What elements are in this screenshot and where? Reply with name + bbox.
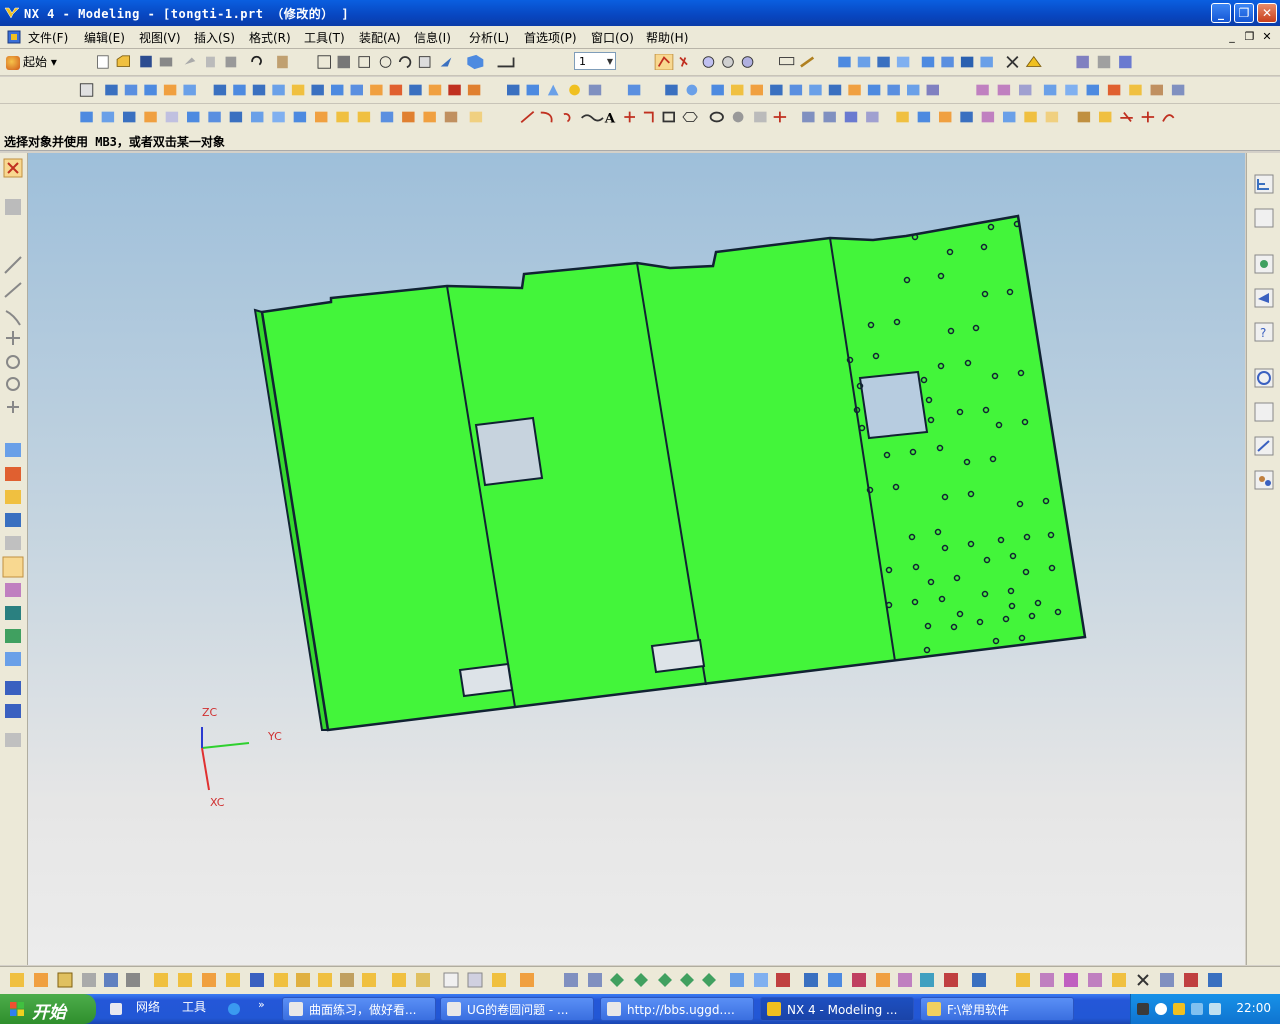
menu-window[interactable]: 窗口(O) (591, 29, 634, 46)
prompt-text: 选择对象并使用 MB3，或者双击某一对象 (4, 135, 225, 149)
left-tool-icons[interactable] (0, 153, 27, 965)
yc-label: YC (268, 730, 282, 743)
wcs-triad (201, 727, 250, 791)
cue-line: 选择对象并使用 MB3，或者双击某一对象 (0, 130, 1280, 151)
graphics-window[interactable]: ZC YC XC (28, 153, 1245, 965)
nx-logo-icon (4, 7, 20, 19)
toolbar-row-standard: 起始 ▾ 1 (0, 49, 1280, 76)
resource-bar-icons[interactable]: ? (1247, 153, 1280, 965)
quick-tools[interactable]: 工具 (182, 998, 206, 1015)
windows-flag-icon (10, 1002, 24, 1016)
start-label-text: 开始 (32, 1003, 66, 1023)
task-5-icon (927, 1002, 941, 1016)
clock[interactable]: 22:00 (1236, 1001, 1271, 1015)
task-1-icon (289, 1002, 303, 1016)
toolbar-row-features (0, 77, 1280, 104)
menu-file[interactable]: 文件(F) (28, 29, 68, 46)
quick-network[interactable]: 网络 (136, 998, 160, 1015)
network-status-icon[interactable] (1191, 1003, 1203, 1015)
keyboard-icon[interactable] (1137, 1003, 1149, 1015)
task-button-4[interactable]: NX 4 - Modeling ... (760, 997, 914, 1021)
menu-view[interactable]: 视图(V) (139, 29, 181, 46)
task-4-label: NX 4 - Modeling ... (787, 1003, 898, 1017)
menu-analysis[interactable]: 分析(L) (469, 29, 509, 46)
task-5-label: F:\常用软件 (947, 1003, 1010, 1017)
task-button-3[interactable]: http://bbs.uggd.... (600, 997, 754, 1021)
menu-insert[interactable]: 插入(S) (194, 29, 235, 46)
start-app-icon (6, 55, 20, 70)
mdi-restore-button[interactable]: ❐ (1243, 30, 1257, 43)
minimize-button[interactable]: _ (1211, 3, 1231, 23)
xc-axis-line (201, 747, 210, 791)
task-1-label: 曲面练习，做好看... (309, 1003, 417, 1017)
start-menu-button[interactable]: 开始 (0, 994, 96, 1024)
part-model[interactable] (28, 153, 1245, 965)
left-toolbar (0, 153, 28, 965)
document-icon[interactable] (6, 29, 22, 45)
qq-icon[interactable] (1173, 1003, 1185, 1015)
work-layer-select[interactable]: 1 (574, 52, 616, 71)
menu-information[interactable]: 信息(I) (414, 29, 451, 46)
start-button[interactable]: 起始 ▾ (6, 52, 57, 72)
menu-format[interactable]: 格式(R) (249, 29, 291, 46)
title-bar: NX 4 - Modeling - [tongti-1.prt （修改的） ] … (0, 0, 1280, 26)
ie-icon[interactable] (228, 1003, 240, 1015)
system-tray: 22:00 (1130, 994, 1280, 1024)
mdi-close-button[interactable]: ✕ (1260, 30, 1274, 43)
task-3-label: http://bbs.uggd.... (627, 1003, 735, 1017)
menu-tools[interactable]: 工具(T) (304, 29, 345, 46)
task-2-label: UG的卷圆问题 - ... (467, 1003, 569, 1017)
menu-bar: 文件(F) 编辑(E) 视图(V) 插入(S) 格式(R) 工具(T) 装配(A… (0, 26, 1280, 49)
tray-arrow-icon[interactable] (1155, 1003, 1167, 1015)
volume-icon[interactable] (1209, 1003, 1221, 1015)
svg-text:?: ? (1260, 326, 1266, 340)
menu-preferences[interactable]: 首选项(P) (524, 29, 577, 46)
slot-left[interactable] (458, 662, 514, 698)
feature-tool-icons[interactable] (8, 82, 1278, 98)
slot-middle[interactable] (650, 638, 706, 674)
sketch-tool-icons[interactable]: A (8, 109, 1278, 125)
mdi-controls: _ ❐ ✕ (1225, 30, 1274, 43)
svg-text:A: A (604, 110, 616, 125)
more-chevron-icon[interactable]: » (258, 998, 265, 1011)
maximize-button[interactable]: ❐ (1234, 3, 1254, 23)
menu-assemblies[interactable]: 装配(A) (359, 29, 401, 46)
window-title: NX 4 - Modeling - [tongti-1.prt （修改的） ] (24, 7, 350, 21)
bottom-toolbar (0, 966, 1280, 995)
selection-and-view-icons[interactable] (624, 54, 1184, 70)
task-2-icon (447, 1002, 461, 1016)
cutout-left[interactable] (474, 416, 544, 487)
xc-label: XC (210, 796, 225, 809)
cutout-right[interactable] (858, 370, 929, 440)
zc-label: ZC (202, 706, 218, 719)
task-button-2[interactable]: UG的卷圆问题 - ... (440, 997, 594, 1021)
task-4-icon (767, 1002, 781, 1016)
standard-tool-icons[interactable] (68, 54, 568, 70)
mdi-minimize-button[interactable]: _ (1225, 30, 1239, 43)
task-button-5[interactable]: F:\常用软件 (920, 997, 1074, 1021)
network-icon[interactable] (110, 1003, 122, 1015)
toolbar-row-sketch: A (0, 104, 1280, 131)
menu-edit[interactable]: 编辑(E) (84, 29, 125, 46)
task-button-1[interactable]: 曲面练习，做好看... (282, 997, 436, 1021)
resource-bar: ? (1246, 153, 1280, 965)
taskbar: 开始 网络 工具 » 曲面练习，做好看... UG的卷圆问题 - ... htt… (0, 994, 1280, 1024)
bottom-tool-icons[interactable] (0, 967, 1280, 995)
menu-help[interactable]: 帮助(H) (646, 29, 688, 46)
task-3-icon (607, 1002, 621, 1016)
yc-axis-line (201, 742, 250, 749)
start-label: 起始 (23, 55, 48, 69)
close-button[interactable]: ✕ (1257, 3, 1277, 23)
